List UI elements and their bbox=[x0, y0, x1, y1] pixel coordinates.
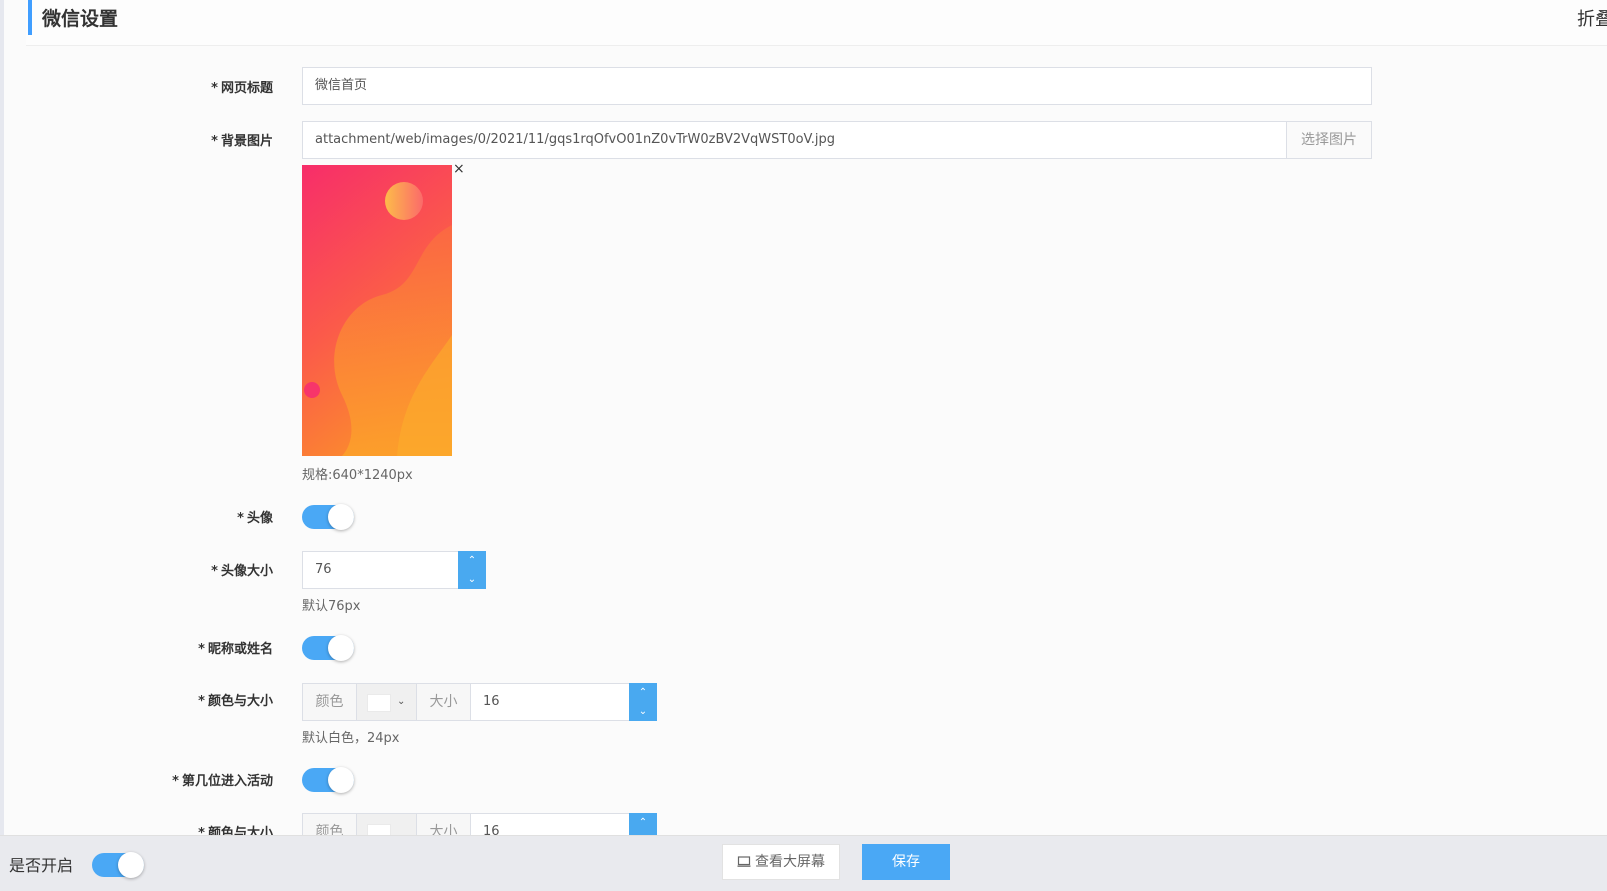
avatar-size-hint: 默认76px bbox=[302, 599, 361, 614]
collapse-toggle[interactable]: 折叠 bbox=[1577, 5, 1607, 31]
chevron-down-icon[interactable]: ⌄ bbox=[458, 570, 486, 589]
page-title-label: * 网页标题 bbox=[211, 81, 273, 96]
chevron-up-icon[interactable]: ⌃ bbox=[629, 683, 657, 702]
color-picker[interactable]: ⌄ bbox=[356, 683, 417, 721]
page-title-input[interactable]: 微信首页 bbox=[302, 67, 1372, 105]
color-size-group: 颜色 ⌄ 大小 16 ⌃ ⌄ bbox=[302, 683, 657, 721]
chevron-down-icon[interactable]: ⌄ bbox=[629, 702, 657, 721]
rank-label: * 第几位进入活动 bbox=[172, 774, 273, 789]
font-size-input[interactable]: 16 bbox=[470, 683, 630, 721]
chevron-up-icon[interactable]: ⌃ bbox=[629, 813, 657, 832]
size-addon-label: 大小 bbox=[416, 683, 471, 721]
save-button[interactable]: 保存 bbox=[862, 844, 950, 880]
select-image-button[interactable]: 选择图片 bbox=[1286, 121, 1372, 159]
monitor-icon bbox=[737, 856, 751, 867]
rank-toggle[interactable] bbox=[302, 767, 354, 793]
footer-bar: 是否开启 查看大屏幕 保存 bbox=[0, 835, 1607, 891]
chevron-up-icon[interactable]: ⌃ bbox=[458, 551, 486, 570]
view-big-screen-button[interactable]: 查看大屏幕 bbox=[722, 844, 840, 880]
avatar-toggle-knob bbox=[328, 504, 354, 530]
font-size-stepper[interactable]: ⌃ ⌄ bbox=[629, 683, 657, 721]
color-size-label: * 颜色与大小 bbox=[198, 694, 273, 709]
bg-image-preview bbox=[302, 165, 452, 456]
avatar-size-input[interactable]: 76 bbox=[302, 551, 459, 589]
rank-toggle-knob bbox=[328, 767, 354, 793]
avatar-size-label: * 头像大小 bbox=[211, 564, 273, 579]
page-title: 微信设置 bbox=[42, 8, 119, 30]
enable-label: 是否开启 bbox=[9, 856, 74, 875]
color-swatch bbox=[367, 694, 391, 712]
enable-toggle-knob bbox=[118, 852, 144, 878]
nickname-toggle[interactable] bbox=[302, 635, 354, 661]
color-addon-label: 颜色 bbox=[302, 683, 357, 721]
remove-image-close-icon[interactable]: × bbox=[453, 162, 465, 176]
settings-page: 微信设置 折叠 * 网页标题 微信首页 * 背景图片 attachment/web/… bbox=[0, 0, 1607, 891]
nickname-label: * 昵称或姓名 bbox=[198, 642, 273, 657]
header-accent-bar bbox=[28, 0, 32, 35]
view-big-screen-label: 查看大屏幕 bbox=[755, 854, 825, 870]
color-size-hint: 默认白色，24px bbox=[302, 731, 400, 746]
bg-image-thumbnail bbox=[302, 165, 452, 456]
bg-image-spec-hint: 规格:640*1240px bbox=[302, 468, 413, 483]
enable-toggle[interactable] bbox=[92, 852, 144, 878]
avatar-size-stepper[interactable]: ⌃ ⌄ bbox=[458, 551, 486, 589]
chevron-down-icon: ⌄ bbox=[397, 696, 406, 707]
panel-header: 微信设置 折叠 bbox=[26, 0, 1607, 46]
nickname-toggle-knob bbox=[328, 635, 354, 661]
bg-image-path-input[interactable]: attachment/web/images/0/2021/11/gqs1rqOf… bbox=[302, 121, 1287, 159]
bg-image-label: * 背景图片 bbox=[211, 134, 273, 149]
avatar-label: * 头像 bbox=[237, 511, 273, 526]
avatar-toggle[interactable] bbox=[302, 504, 354, 530]
